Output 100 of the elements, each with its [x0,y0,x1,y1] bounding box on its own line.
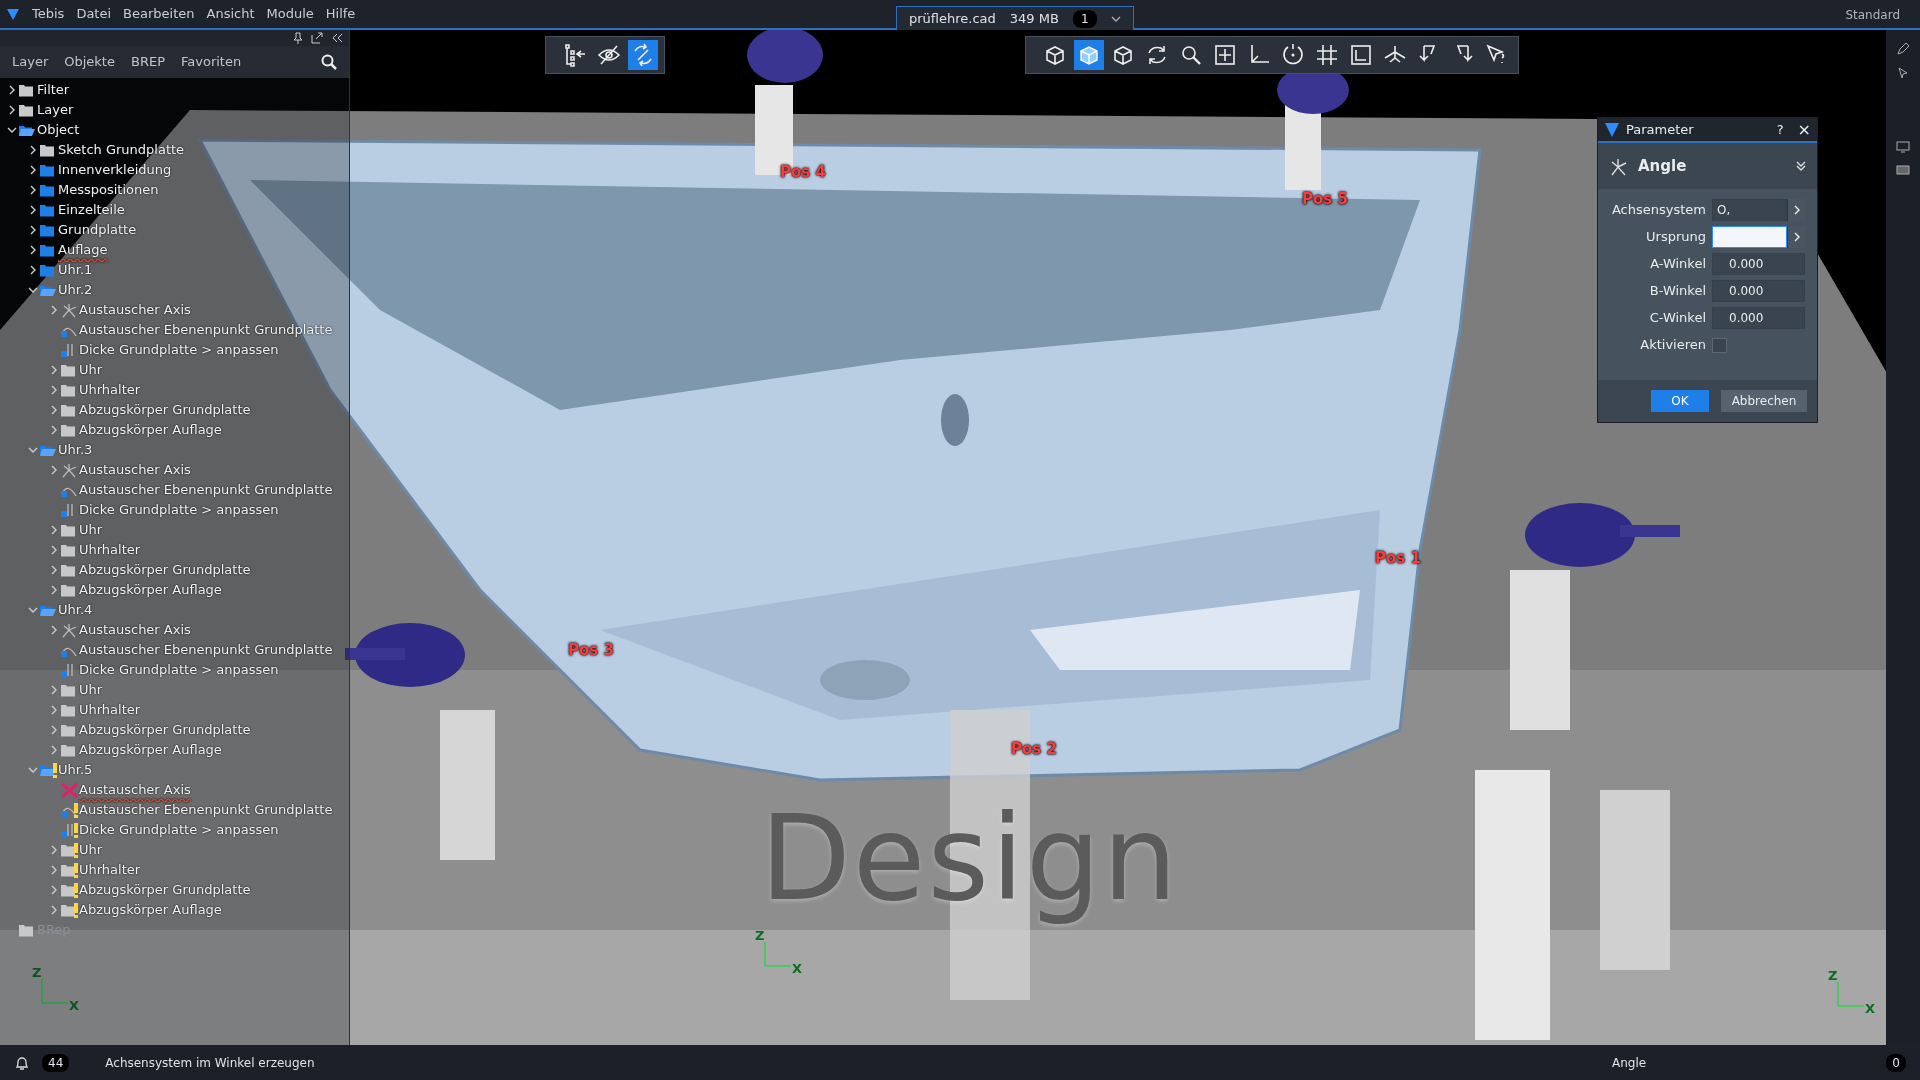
tree-item-label[interactable]: Dicke Grundplatte > anpassen [79,660,279,680]
close-button[interactable]: × [1797,117,1811,142]
tree-item-label[interactable]: Dicke Grundplatte > anpassen [79,340,279,360]
tree-item-label[interactable]: Uhr.3 [58,440,93,460]
tree-item-label[interactable]: Austauscher Axis [79,300,191,320]
tree-item-label[interactable]: Austauscher Axis [79,460,191,480]
search-icon[interactable] [321,54,337,70]
count-badge: 0 [1886,1053,1906,1072]
pick-button[interactable] [1787,199,1805,221]
pin-icon[interactable] [293,32,303,44]
menu-item[interactable]: Bearbeiten [123,4,195,24]
tree-item-label[interactable]: Uhr.2 [58,280,93,300]
input-field[interactable]: 0.000 [1712,307,1805,329]
tree-item-label[interactable]: Austauscher Axis [79,620,191,640]
field-label: B-Winkel [1648,282,1706,301]
tree-item-label[interactable]: Uhrhalter [79,860,141,880]
tree-item-label[interactable]: Uhr [79,680,103,700]
monitor-icon[interactable] [1896,140,1910,154]
panel-tab[interactable]: Favoriten [181,52,242,72]
checkbox[interactable] [1712,337,1727,353]
ok-button[interactable]: OK [1651,390,1709,412]
pencil-icon[interactable] [1896,42,1910,56]
tree-item-label[interactable]: Dicke Grundplatte > anpassen [79,820,279,840]
menu-item[interactable]: Ansicht [206,4,255,24]
tree-item-label[interactable]: Abzugskörper Grundplatte [79,720,251,740]
file-size: 349 MB [1009,9,1059,28]
tree-item-label[interactable]: Abzugskörper Grundplatte [79,880,251,900]
menu-item[interactable]: Tebis [32,4,65,24]
panel-tab[interactable]: Objekte [64,52,115,72]
tree-item-label[interactable]: Dicke Grundplatte > anpassen [79,500,279,520]
app-logo-icon [6,7,20,21]
panel-tab[interactable]: Layer [12,52,49,72]
tree-item-label[interactable]: Uhr.1 [58,260,93,280]
axis-icon [1608,156,1628,176]
section-title: Angle [1638,155,1687,177]
chevron-down-icon[interactable] [1110,14,1121,23]
menu-item[interactable]: Module [266,4,314,24]
cursor-icon[interactable] [1896,66,1910,80]
tree-item-label[interactable]: Austauscher Axis [79,780,191,800]
tree-item-label[interactable]: Einzelteile [58,200,125,220]
grid-icon [1314,42,1340,68]
fit-view-icon [1212,42,1238,68]
keyboard-icon[interactable] [1896,164,1910,176]
app-logo-icon [1604,121,1620,138]
tree-item-label[interactable]: Abzugskörper Grundplatte [79,560,251,580]
file-name: prüflehre.cad [909,9,996,28]
tree-item-label[interactable]: Uhrhalter [79,380,141,400]
chevron-right-icon [1792,205,1801,215]
document-tab[interactable]: prüflehre.cad 349 MB 1 [896,6,1134,30]
tree-item-label[interactable]: Austauscher Ebenenpunkt Grundplatte [79,480,333,500]
menu-item[interactable]: Datei [76,4,112,24]
tree-item-label[interactable]: Layer [37,100,74,120]
axis-triad-icon [41,978,69,1004]
cancel-button[interactable]: Abbrechen [1721,390,1807,412]
tree-item-label[interactable]: Uhr [79,840,103,860]
tree-item-label[interactable]: Uhr.4 [58,600,93,620]
tree-item-label[interactable]: Uhrhalter [79,700,141,720]
tree-item-label[interactable]: Austauscher Ebenenpunkt Grundplatte [79,800,333,820]
workspace-dropdown[interactable]: Standard [1845,6,1900,24]
tree-item-label[interactable]: Uhrhalter [79,540,141,560]
tree-item-label[interactable]: Messpositionen [58,180,159,200]
tree-item-label[interactable]: Abzugskörper Auflage [79,740,222,760]
tree-item-label[interactable]: Object [37,120,80,140]
help-button[interactable]: ? [1776,119,1784,140]
axis-label: X [69,998,80,1011]
undock-icon[interactable] [311,32,323,44]
axis-label: Z [1828,968,1838,983]
collapse-icon[interactable] [331,32,343,44]
tree-item-label[interactable]: Uhr [79,360,103,380]
tree-item-label[interactable]: Filter [37,80,70,100]
tree-item-label[interactable]: Sketch Grundplatte [58,140,185,160]
bell-icon[interactable] [14,1054,30,1071]
tree-item-label[interactable]: Abzugskörper Grundplatte [79,400,251,420]
tree-item-label[interactable]: Uhr.5 [58,760,93,780]
tree-item-label[interactable]: Abzugskörper Auflage [79,420,222,440]
pick-button[interactable] [1787,226,1805,248]
position-label: Pos 1 [1375,548,1421,569]
frame-icon [1348,42,1374,68]
position-label: Pos 2 [1011,739,1057,760]
tree-item-label[interactable]: Innenverkleidung [58,160,172,180]
input-field[interactable]: O, [1712,199,1787,221]
input-field[interactable]: 0.000 [1712,253,1805,275]
field-label: A-Winkel [1649,255,1706,274]
panel-tab[interactable]: BREP [130,52,165,72]
tree-item-label[interactable]: Abzugskörper Auflage [79,580,222,600]
position-label: Pos 5 [1302,189,1348,210]
field-label: Achsensystem [1610,201,1706,220]
axis-label: Z [755,928,765,943]
tree-item-label[interactable]: Uhr [79,520,103,540]
axis-label: Z [32,965,42,980]
tree-item-label[interactable]: Austauscher Ebenenpunkt Grundplatte [79,320,333,340]
input-field[interactable] [1712,226,1787,248]
status-message: Achsensystem im Winkel erzeugen [105,1054,315,1072]
menu-item[interactable]: Hilfe [325,4,356,24]
collapse-icon[interactable] [1795,160,1807,172]
input-field[interactable]: 0.000 [1712,280,1805,302]
tree-item-label[interactable]: Austauscher Ebenenpunkt Grundplatte [79,640,333,660]
axis-triad-icon [764,941,792,967]
tree-item-label[interactable]: Abzugskörper Auflage [79,900,222,920]
axis-label: X [1865,1001,1876,1014]
